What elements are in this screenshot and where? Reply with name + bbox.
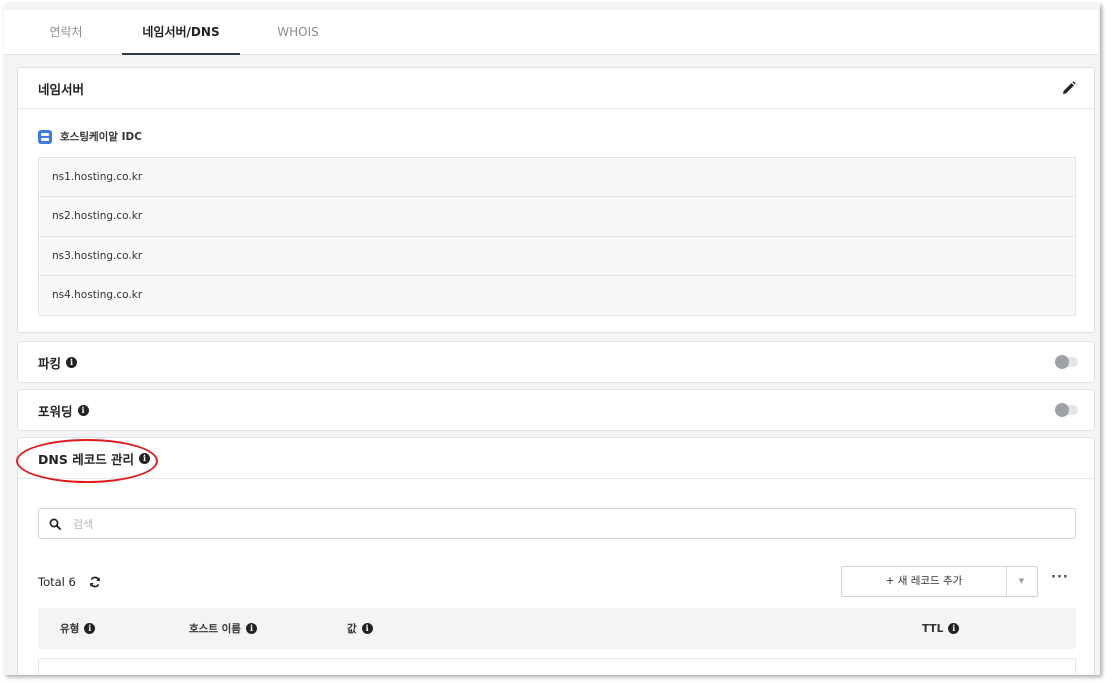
column-label: TTL: [922, 622, 944, 635]
pencil-icon[interactable]: [1062, 81, 1076, 95]
nameserver-header: 네임서버: [18, 68, 1094, 109]
info-icon[interactable]: i: [139, 452, 151, 464]
forwarding-toggle[interactable]: [1055, 403, 1078, 417]
search-box: [38, 508, 1076, 539]
forwarding-card: 포워딩 i: [17, 389, 1095, 431]
provider-label: 호스팅케이알 IDC: [38, 129, 142, 144]
info-icon[interactable]: i: [77, 405, 89, 416]
search-input[interactable]: [73, 515, 973, 533]
dns-header: DNS 레코드 관리 i: [18, 438, 1094, 479]
column-label: 값: [347, 623, 357, 635]
dns-settings-window: 연락처 네임서버/DNS WHOIS 네임서버 호스팅케이알 IDC ns1.h…: [4, 3, 1100, 675]
tab-bar: 연락처 네임서버/DNS WHOIS: [4, 10, 1098, 55]
column-hostname[interactable]: 호스트 이름 i: [189, 608, 257, 649]
nameserver-row: ns3.hosting.co.kr: [39, 237, 1075, 276]
column-label: 호스트 이름: [189, 623, 241, 635]
info-icon[interactable]: i: [66, 357, 78, 368]
column-value[interactable]: 값i: [347, 608, 373, 649]
tab-contacts[interactable]: 연락처: [28, 10, 104, 55]
provider-name: 호스팅케이알 IDC: [60, 131, 142, 143]
nameserver-row: ns1.hosting.co.kr: [39, 158, 1075, 198]
refresh-icon[interactable]: [89, 576, 101, 588]
forwarding-title: 포워딩: [38, 404, 73, 419]
column-label: 유형: [60, 623, 80, 635]
add-record-button[interactable]: + 새 레코드 추가: [842, 567, 1007, 596]
nameserver-list: ns1.hosting.co.kr ns2.hosting.co.kr ns3.…: [38, 157, 1076, 317]
dns-title: DNS 레코드 관리: [38, 451, 135, 467]
parking-card: 파킹 i: [17, 341, 1095, 383]
dns-records-card: DNS 레코드 관리 i Total 6 + 새 레코드 추가 ▼ ···: [17, 437, 1095, 675]
column-type[interactable]: 유형 i: [60, 608, 96, 649]
info-icon[interactable]: i: [361, 623, 373, 634]
tab-whois[interactable]: WHOIS: [260, 10, 336, 55]
info-icon[interactable]: i: [245, 623, 257, 634]
nameserver-row: ns4.hosting.co.kr: [52, 288, 143, 301]
total-label: Total 6: [38, 575, 76, 589]
chevron-down-icon[interactable]: ▼: [1006, 567, 1037, 596]
info-icon[interactable]: i: [948, 623, 960, 634]
nameserver-card: 네임서버 호스팅케이알 IDC ns1.hosting.co.kr ns2.ho…: [17, 67, 1095, 333]
nameserver-title: 네임서버: [38, 81, 85, 97]
parking-header: 파킹 i: [18, 342, 1094, 383]
search-icon: [49, 518, 61, 530]
column-ttl[interactable]: TTL i: [922, 608, 960, 649]
add-record-button-group: + 새 레코드 추가 ▼: [841, 566, 1038, 597]
tab-nameserver-dns[interactable]: 네임서버/DNS: [122, 10, 240, 55]
info-icon[interactable]: i: [84, 623, 96, 634]
nameserver-row: ns2.hosting.co.kr: [39, 197, 1075, 237]
server-icon: [38, 129, 52, 144]
parking-title: 파킹: [38, 356, 62, 371]
more-options-button[interactable]: ···: [1051, 570, 1069, 585]
forwarding-header: 포워딩 i: [18, 390, 1094, 431]
records-table-header: 유형 i 호스트 이름 i 값i TTL i: [38, 608, 1076, 649]
parking-toggle[interactable]: [1055, 355, 1078, 369]
total-count: Total 6: [38, 575, 101, 589]
table-row[interactable]: [38, 658, 1076, 675]
